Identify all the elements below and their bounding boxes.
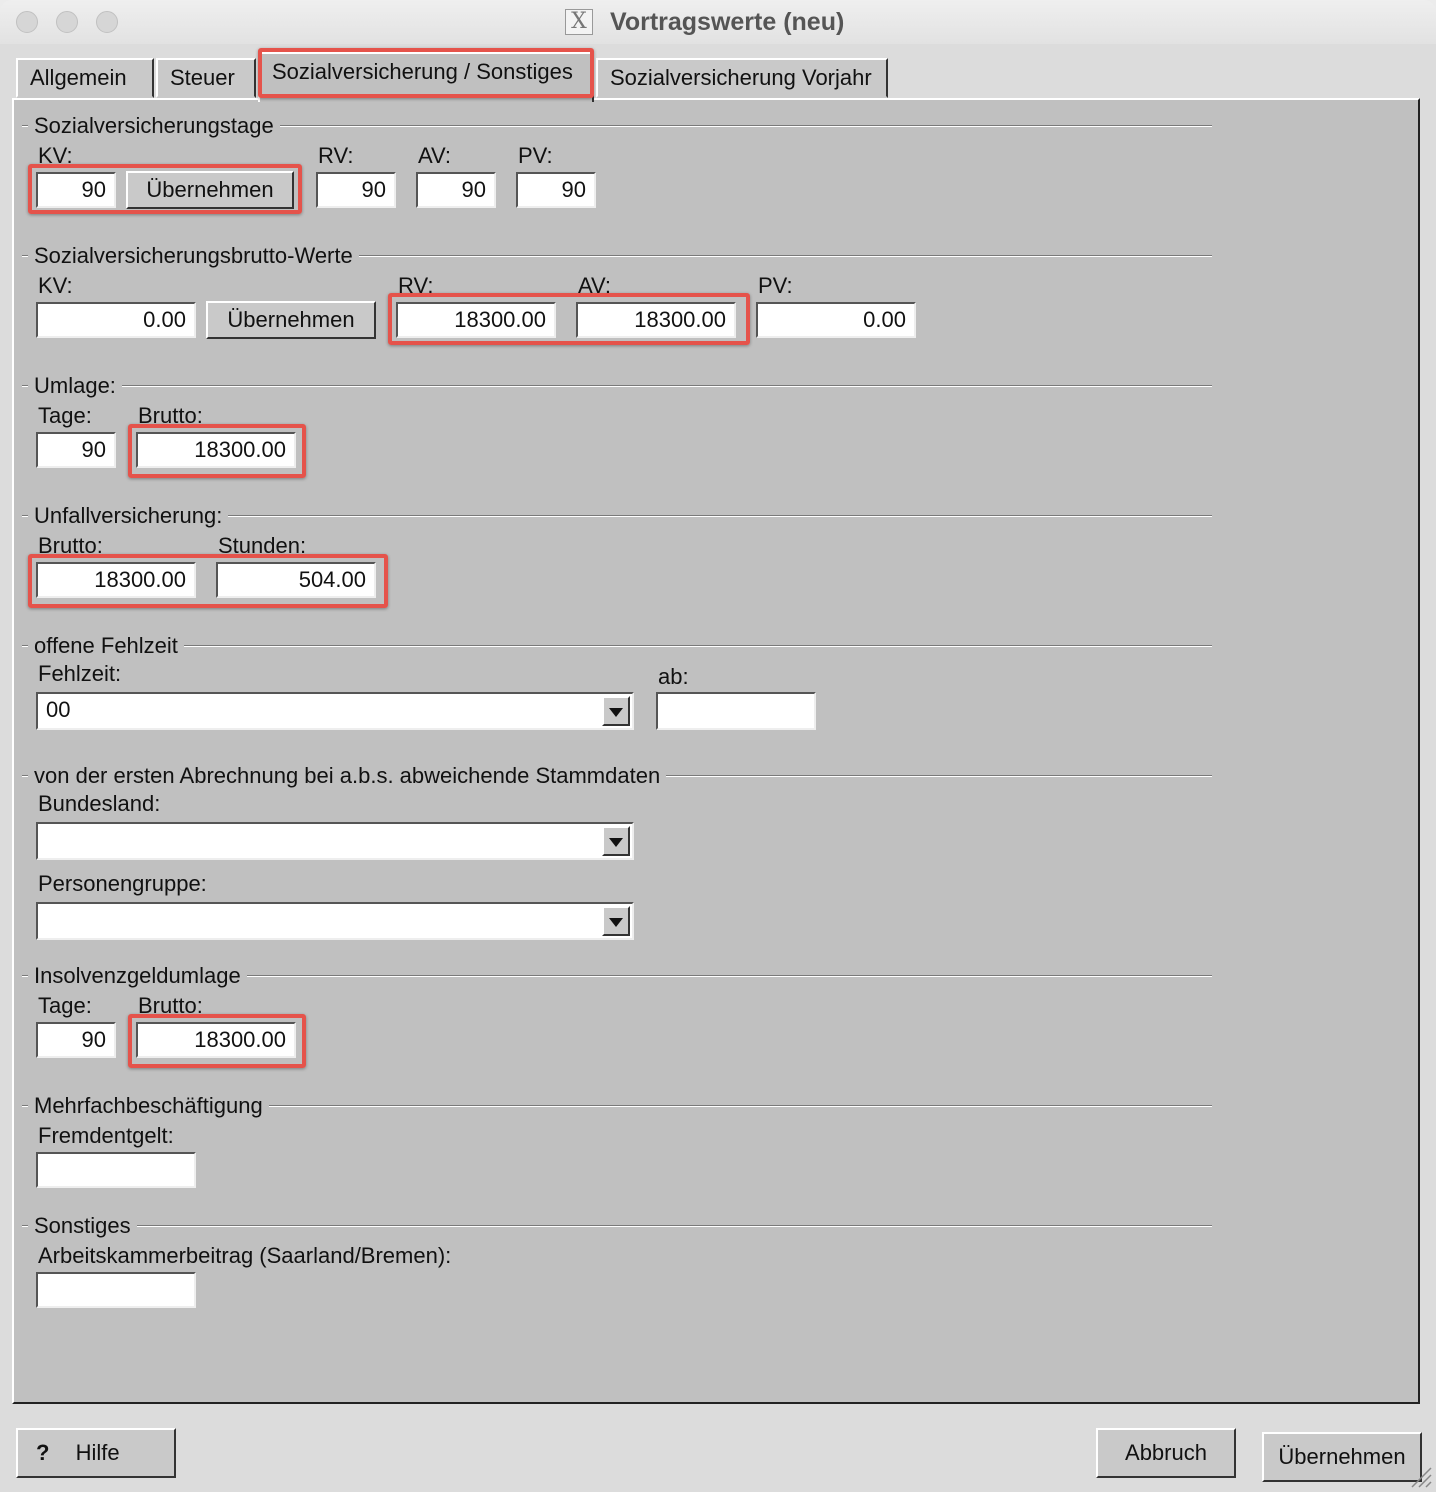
tab-sozialversicherung-sonstiges[interactable]: Sozialversicherung / Sonstiges	[258, 52, 594, 102]
ab-label: ab:	[658, 664, 689, 689]
group-title-sv-tage: Sozialversicherungstage	[28, 113, 280, 139]
pv-label: PV:	[758, 273, 793, 298]
pv-label: PV:	[518, 143, 553, 168]
group-divider	[22, 385, 1212, 387]
tab-label: Steuer	[170, 65, 235, 90]
window-title: Vortragswerte (neu)	[610, 8, 845, 36]
group-title-insolvenz: Insolvenzgeldumlage	[28, 963, 247, 989]
arbeitskammer-label: Arbeitskammerbeitrag (Saarland/Bremen):	[38, 1243, 452, 1268]
tab-label: Sozialversicherung / Sonstiges	[272, 59, 573, 84]
fehlzeit-label: Fehlzeit:	[38, 661, 122, 686]
brutto-label: Brutto:	[38, 533, 103, 558]
group-title-fehlzeit: offene Fehlzeit	[28, 633, 184, 659]
minimize-window-button[interactable]	[56, 11, 78, 33]
group-divider	[22, 1225, 1212, 1227]
fremdentgelt-label: Fremdentgelt:	[38, 1123, 174, 1148]
tab-label: Allgemein	[30, 65, 127, 90]
kv-tage-apply-button[interactable]: Übernehmen	[126, 171, 294, 209]
personengruppe-select[interactable]	[36, 902, 634, 940]
title-bar: X Vortragswerte (neu)	[0, 0, 1436, 45]
fremdentgelt-input[interactable]	[36, 1152, 196, 1188]
av-tage-input[interactable]: 90	[416, 172, 496, 208]
bundesland-label: Bundesland:	[38, 791, 161, 816]
av-brutto-input[interactable]: 18300.00	[576, 302, 736, 338]
fehlzeit-select-value: 00	[46, 697, 71, 722]
fehlzeit-ab-input[interactable]	[656, 692, 816, 730]
rv-label: RV:	[398, 273, 434, 298]
group-title-stammdaten: von der ersten Abrechnung bei a.b.s. abw…	[28, 763, 667, 789]
resize-grip-icon[interactable]	[1408, 1464, 1432, 1488]
chevron-down-icon[interactable]	[602, 696, 630, 726]
group-title-unfall: Unfallversicherung:	[28, 503, 229, 529]
help-label: Hilfe	[75, 1440, 120, 1465]
insolvenz-brutto-input[interactable]: 18300.00	[136, 1022, 296, 1058]
personengruppe-label: Personengruppe:	[38, 871, 207, 896]
tab-label: Sozialversicherung Vorjahr	[610, 65, 872, 90]
zoom-window-button[interactable]	[96, 11, 118, 33]
kv-brutto-input[interactable]: 0.00	[36, 302, 196, 338]
kv-brutto-apply-button[interactable]: Übernehmen	[206, 301, 376, 339]
rv-brutto-input[interactable]: 18300.00	[396, 302, 556, 338]
brutto-label: Brutto:	[138, 993, 203, 1018]
av-label: AV:	[418, 143, 452, 168]
tage-label: Tage:	[38, 993, 92, 1018]
umlage-tage-input[interactable]: 90	[36, 432, 116, 468]
pv-brutto-input[interactable]: 0.00	[756, 302, 916, 338]
group-divider	[22, 645, 1212, 647]
bundesland-select[interactable]	[36, 822, 634, 860]
unfall-stunden-input[interactable]: 504.00	[216, 562, 376, 598]
help-icon: ?	[36, 1440, 50, 1465]
chevron-down-icon[interactable]	[602, 906, 630, 936]
cancel-button[interactable]: Abbruch	[1096, 1428, 1236, 1478]
kv-label: KV:	[38, 143, 73, 168]
pv-tage-input[interactable]: 90	[516, 172, 596, 208]
group-title-sv-brutto: Sozialversicherungsbrutto-Werte	[28, 243, 359, 269]
chevron-down-icon[interactable]	[602, 826, 630, 856]
apply-button[interactable]: Übernehmen	[1262, 1432, 1422, 1482]
tab-steuer[interactable]: Steuer	[156, 58, 256, 98]
group-title-sonstiges: Sonstiges	[28, 1213, 137, 1239]
kv-label: KV:	[38, 273, 73, 298]
fehlzeit-select[interactable]: 00	[36, 692, 634, 730]
close-window-button[interactable]	[16, 11, 38, 33]
tab-panel	[12, 98, 1420, 1404]
tab-allgemein[interactable]: Allgemein	[16, 58, 154, 98]
stunden-label: Stunden:	[218, 533, 307, 558]
group-title-mehrfach: Mehrfachbeschäftigung	[28, 1093, 269, 1119]
insolvenz-tage-input[interactable]: 90	[36, 1022, 116, 1058]
unfall-brutto-input[interactable]: 18300.00	[36, 562, 196, 598]
help-button[interactable]: ? Hilfe	[16, 1428, 176, 1478]
rv-label: RV:	[318, 143, 354, 168]
tage-label: Tage:	[38, 403, 92, 428]
arbeitskammer-input[interactable]	[36, 1272, 196, 1308]
kv-tage-input[interactable]: 90	[36, 172, 116, 208]
umlage-brutto-input[interactable]: 18300.00	[136, 432, 296, 468]
rv-tage-input[interactable]: 90	[316, 172, 396, 208]
av-label: AV:	[578, 273, 612, 298]
x-window-icon: X	[565, 9, 593, 35]
group-title-umlage: Umlage:	[28, 373, 122, 399]
tab-sozialversicherung-vorjahr[interactable]: Sozialversicherung Vorjahr	[596, 58, 888, 98]
brutto-label: Brutto:	[138, 403, 203, 428]
